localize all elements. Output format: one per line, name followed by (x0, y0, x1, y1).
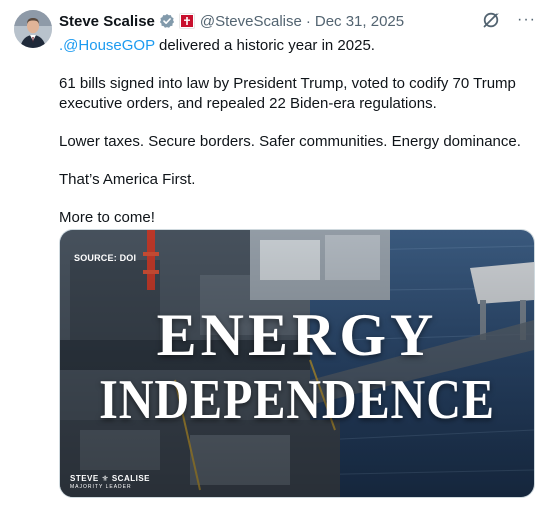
post-text: .@HouseGOP delivered a historic year in … (59, 36, 529, 246)
separator: · (305, 12, 311, 30)
grok-icon[interactable] (481, 10, 501, 30)
image-headline-line-1: ENERGY (156, 302, 438, 368)
post-paragraph: 61 bills signed into law by President Tr… (59, 75, 516, 112)
mention-link[interactable]: .@HouseGOP (59, 37, 155, 54)
post-paragraph: More to come! (59, 209, 155, 226)
post-paragraph: Lower taxes. Secure borders. Safer commu… (59, 133, 521, 150)
us-capitol-flag-icon[interactable] (178, 13, 195, 29)
post-paragraph: That’s America First. (59, 171, 196, 188)
post-header: Steve Scalise @SteveScalise · Dec 31, 20… (59, 11, 480, 31)
post-paragraph: .@HouseGOP delivered a historic year in … (59, 36, 529, 56)
logo-name: STEVE ⚜ SCALISE (70, 474, 151, 483)
majority-leader-logo: STEVE ⚜ SCALISE MAJORITY LEADER (70, 474, 150, 490)
author-name[interactable]: Steve Scalise (59, 13, 155, 30)
more-icon[interactable]: ··· (517, 10, 536, 30)
post-media-image[interactable]: SOURCE: DOI ENERGY INDEPENDENCE STEVE ⚜ … (59, 229, 535, 498)
post-actions-top: ··· (481, 10, 536, 30)
logo-title: MAJORITY LEADER (70, 484, 132, 490)
post-date[interactable]: Dec 31, 2025 (315, 13, 404, 30)
paragraph-text: delivered a historic year in 2025. (154, 37, 375, 54)
avatar[interactable] (14, 10, 52, 48)
author-handle[interactable]: @SteveScalise (200, 13, 302, 30)
image-source-label: SOURCE: DOI (74, 253, 137, 263)
image-headline-line-2: INDEPENDENCE (99, 369, 495, 431)
verified-badge-icon[interactable] (159, 13, 175, 29)
